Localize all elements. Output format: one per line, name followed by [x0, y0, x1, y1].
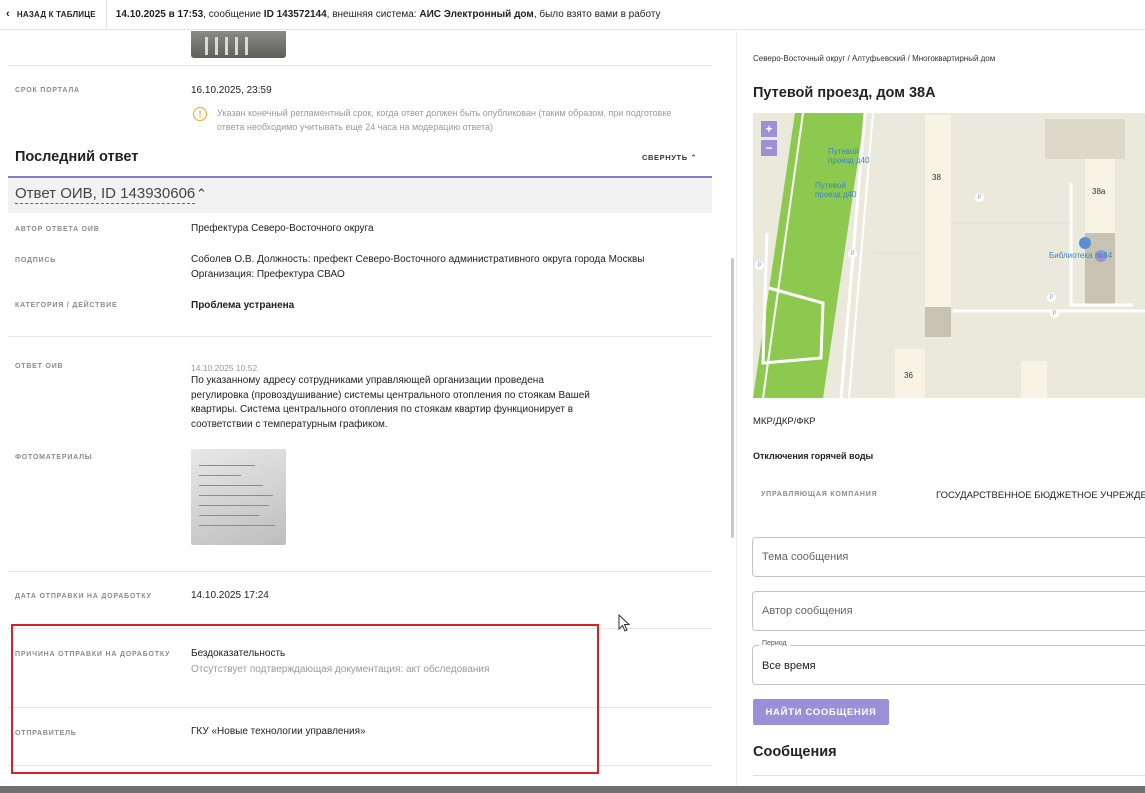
signature-label: ПОДПИСЬ: [15, 257, 57, 264]
work-status-message: 14.10.2025 в 17:53, сообщение ID 1435721…: [107, 9, 661, 20]
map-building: [1045, 119, 1125, 159]
map-number-38a: 38а: [1092, 187, 1106, 196]
top-bar: ‹ НАЗАД К ТАБЛИЦЕ 14.10.2025 в 17:53, со…: [0, 0, 1145, 30]
author-value: Префектура Северо-Восточного округа: [191, 223, 374, 234]
photos-label: ФОТОМАТЕРИАЛЫ: [15, 454, 93, 461]
photo-detail: [215, 37, 218, 55]
photo-detail: [199, 515, 259, 516]
message-author-field[interactable]: Автор сообщения: [752, 591, 1145, 631]
photo-detail: [245, 37, 248, 55]
photo-detail: [235, 37, 238, 55]
status-text-1: , сообщение: [203, 9, 264, 20]
status-text-2: , внешняя система:: [326, 9, 420, 20]
author-label: АВТОР ОТВЕТА ОИВ: [15, 226, 100, 233]
chevron-up-icon: ⌃: [690, 153, 698, 162]
mouse-cursor-icon: [618, 614, 630, 632]
last-answer-title: Последний ответ: [15, 149, 139, 165]
status-text-3: , было взято вами в работу: [533, 9, 661, 20]
map-parking-icon: P: [1050, 309, 1059, 318]
collapse-button[interactable]: СВЕРНУТЬ ⌃: [642, 153, 697, 162]
collapse-label: СВЕРНУТЬ: [642, 153, 688, 162]
address-title: Путевой проезд, дом 38А: [753, 85, 936, 101]
map-zoom-out-button[interactable]: −: [761, 140, 777, 156]
chevron-left-icon: ‹: [6, 8, 10, 20]
signature-value: Соболев О.В. Должность: префект Северо-В…: [191, 254, 645, 280]
map-zoom-in-button[interactable]: +: [761, 121, 777, 137]
map-number-36: 36: [904, 371, 913, 380]
messages-title: Сообщения: [753, 744, 837, 760]
photo-detail: [199, 485, 263, 486]
highlight-frame: [11, 624, 599, 774]
period-label: Период: [759, 640, 790, 647]
location-map[interactable]: + − Путевой проезд д40 Путевой проезд д4…: [753, 113, 1145, 398]
period-select[interactable]: Период Все время: [752, 640, 1145, 685]
map-number-38: 38: [932, 173, 941, 182]
rework-date-value: 14.10.2025 17:24: [191, 590, 269, 601]
hot-water-label: Отключения горячей воды: [753, 451, 874, 461]
map-library-label: Библиотека №64: [1049, 251, 1113, 260]
category-label: КАТЕГОРИЯ / ДЕЙСТВИЕ: [15, 302, 118, 309]
find-messages-button[interactable]: НАЙТИ СООБЩЕНИЯ: [753, 699, 889, 725]
map-building-part: [925, 307, 951, 337]
map-bus-stop-2: Путевой проезд д40: [815, 181, 857, 199]
photo-document-thumbnail[interactable]: [191, 449, 286, 545]
status-date: 14.10.2025 в 17:53: [115, 9, 204, 20]
map-parking-icon: P: [975, 193, 984, 202]
map-bus-stop-1: Путевой проезд д40: [828, 147, 870, 165]
map-parking-icon: P: [848, 249, 857, 258]
divider: [8, 65, 712, 66]
message-details-panel: СРОК ПОРТАЛА 16.10.2025, 23:59 ! Указан …: [0, 31, 720, 793]
left-panel-scrollbar[interactable]: [731, 258, 734, 538]
management-company-value: ГОСУДАРСТВЕННОЕ БЮДЖЕТНОЕ УЧРЕЖДЕНИЕ: [936, 490, 1145, 501]
map-building-38: [925, 115, 951, 307]
map-parking-icon: P: [1047, 293, 1056, 302]
photo-detail: [199, 465, 255, 466]
photo-thumbnail-top[interactable]: [191, 31, 286, 58]
breadcrumb: Северо-Восточный округ / Алтуфьевский / …: [753, 54, 996, 63]
map-library-icon: [1079, 237, 1091, 249]
photo-detail: [199, 495, 273, 496]
message-subject-field[interactable]: Тема сообщения: [752, 537, 1145, 577]
back-to-table-button[interactable]: ‹ НАЗАД К ТАБЛИЦЕ: [0, 0, 107, 29]
answer-label: ОТВЕТ ОИВ: [15, 363, 64, 370]
rework-date-label: ДАТА ОТПРАВКИ НА ДОРАБОТКУ: [15, 593, 152, 600]
address-info-panel: Северо-Восточный округ / Алтуфьевский / …: [736, 31, 1145, 793]
photo-detail: [199, 475, 241, 476]
back-button-label: НАЗАД К ТАБЛИЦЕ: [16, 10, 96, 19]
bottom-edge: [0, 786, 1145, 793]
period-value: Все время: [762, 660, 816, 672]
category-value: Проблема устранена: [191, 300, 295, 311]
management-company-label: УПРАВЛЯЮЩАЯ КОМПАНИЯ: [761, 491, 878, 498]
portal-deadline-note: Указан конечный регламентный срок, когда…: [217, 108, 672, 132]
photo-detail: [205, 37, 208, 55]
answer-title-link[interactable]: Ответ ОИВ, ID 143930606: [15, 185, 196, 204]
portal-deadline-value: 16.10.2025, 23:59: [191, 85, 272, 96]
author-placeholder: Автор сообщения: [762, 605, 853, 617]
portal-deadline-label: СРОК ПОРТАЛА: [15, 87, 80, 94]
subject-placeholder: Тема сообщения: [762, 551, 849, 563]
divider: [8, 571, 712, 572]
photo-detail: [225, 37, 228, 55]
status-message-id: ID 143572144: [263, 9, 327, 20]
divider: [753, 775, 1145, 776]
map-parking-icon: P: [755, 261, 764, 270]
photo-detail: [199, 525, 275, 526]
status-system: АИС Электронный дом: [419, 9, 534, 20]
map-building: [1021, 361, 1047, 398]
divider: [8, 336, 712, 337]
chevron-up-icon[interactable]: ⌃: [196, 186, 207, 202]
photo-detail: [199, 505, 269, 506]
mkr-label: МКР/ДКР/ФКР: [753, 416, 816, 427]
info-icon: !: [193, 107, 207, 121]
answer-text: По указанному адресу сотрудниками управл…: [191, 375, 590, 430]
